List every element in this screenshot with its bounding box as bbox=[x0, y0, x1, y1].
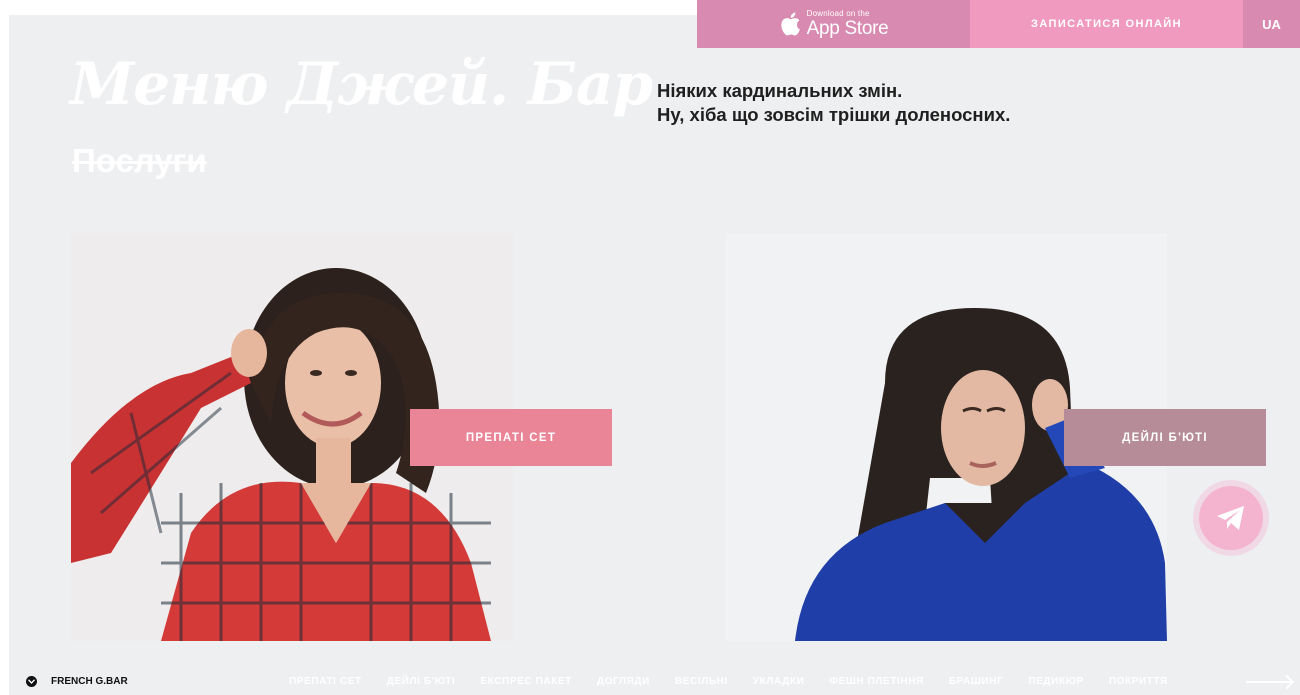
daily-beauty-button[interactable]: ДЕЙЛІ Б'ЮТІ bbox=[1064, 409, 1266, 466]
telegram-button[interactable] bbox=[1199, 486, 1263, 550]
nav-item-braiding[interactable]: ФЕШН ПЛЕТІННЯ bbox=[829, 676, 923, 687]
app-store-button[interactable]: Download on the App Store bbox=[697, 0, 970, 48]
page-title: Меню Джей. Бар bbox=[70, 50, 653, 118]
nav-item-brushing[interactable]: БРАШИНГ bbox=[949, 676, 1004, 687]
arrow-right-icon[interactable] bbox=[1246, 681, 1292, 683]
nav-item-pedicure[interactable]: ПЕДИКЮР bbox=[1028, 676, 1083, 687]
service-nav: ПРЕПАТІ СЕТ ДЕЙЛІ Б'ЮТІ ЕКСПРЕС ПАКЕТ ДО… bbox=[289, 676, 1193, 687]
nav-item-wedding[interactable]: ВЕСІЛЬНІ bbox=[675, 676, 728, 687]
intro-text: Ніяких кардинальних змін. Ну, хіба що зо… bbox=[657, 79, 1010, 127]
app-store-caption: Download on the bbox=[806, 9, 870, 18]
nav-item-preparty[interactable]: ПРЕПАТІ СЕТ bbox=[289, 676, 362, 687]
apple-icon bbox=[780, 12, 800, 36]
brand[interactable]: FRENCH G.BAR bbox=[26, 676, 128, 687]
preparty-set-button[interactable]: ПРЕПАТІ СЕТ bbox=[410, 409, 612, 466]
app-store-label: App Store bbox=[806, 18, 889, 39]
intro-line-1: Ніяких кардинальних змін. bbox=[657, 80, 903, 101]
intro-line-2: Ну, хіба що зовсім трішки доленосних. bbox=[657, 104, 1011, 125]
nav-item-daily-beauty[interactable]: ДЕЙЛІ Б'ЮТІ bbox=[387, 676, 456, 687]
top-bar: Download on the App Store ЗАПИСАТИСЯ ОНЛ… bbox=[697, 0, 1300, 48]
footer: FRENCH G.BAR ПРЕПАТІ СЕТ ДЕЙЛІ Б'ЮТІ ЕКС… bbox=[0, 668, 1300, 695]
nav-item-styling[interactable]: УКЛАДКИ bbox=[753, 676, 805, 687]
brand-label: FRENCH G.BAR bbox=[51, 676, 128, 687]
page-subtitle: Послуги bbox=[72, 142, 207, 179]
book-online-button[interactable]: ЗАПИСАТИСЯ ОНЛАЙН bbox=[970, 0, 1243, 48]
nav-item-care[interactable]: ДОГЛЯДИ bbox=[597, 676, 650, 687]
telegram-icon bbox=[1217, 506, 1244, 530]
nav-item-coating[interactable]: ПОКРИТТЯ bbox=[1109, 676, 1168, 687]
chevron-down-icon bbox=[26, 676, 37, 687]
nav-item-express[interactable]: ЕКСПРЕС ПАКЕТ bbox=[480, 676, 571, 687]
language-switcher[interactable]: UA bbox=[1243, 0, 1300, 48]
